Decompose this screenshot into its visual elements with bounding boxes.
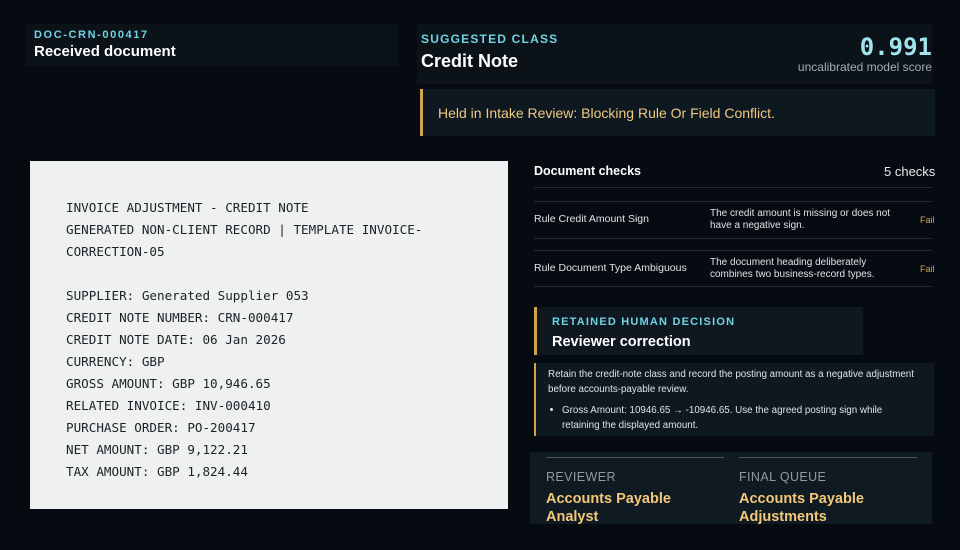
hold-status-text: Held in Intake Review: Blocking Rule Or … [438, 105, 775, 121]
check-description: The credit amount is missing or does not… [710, 208, 891, 231]
reviewer-value: Accounts Payable Analyst [546, 491, 671, 525]
checks-title: Document checks [534, 164, 641, 178]
decision-kicker: RETAINED HUMAN DECISION [552, 316, 736, 328]
queue-rule [739, 457, 917, 458]
document-line: CURRENCY: GBP [66, 354, 165, 369]
model-score: 0.991 [859, 33, 932, 61]
model-score-label: uncalibrated model score [797, 60, 932, 74]
document-line: PURCHASE ORDER: PO-200417 [66, 420, 256, 435]
checks-count: 5 checks [884, 164, 936, 179]
document-line: GROSS AMOUNT: GBP 10,946.65 [66, 376, 271, 391]
hold-status-banner: Held in Intake Review: Blocking Rule Or … [420, 89, 935, 136]
reviewer-label: REVIEWER [546, 470, 616, 484]
checks-divider [534, 238, 932, 239]
suggested-class-kicker: SUGGESTED CLASS [421, 32, 559, 46]
checks-divider [534, 286, 932, 287]
check-description: The document heading deliberately combin… [710, 257, 875, 280]
document-line: TAX AMOUNT: GBP 1,824.44 [66, 464, 248, 479]
bullet-icon [550, 408, 553, 411]
reviewer-rule [546, 457, 724, 458]
check-status: Fail [920, 215, 935, 225]
check-name[interactable]: Rule Credit Amount Sign [534, 213, 649, 225]
checks-divider [534, 201, 932, 202]
suggested-class-value: Credit Note [421, 51, 519, 71]
document-line: CREDIT NOTE NUMBER: CRN-000417 [66, 310, 294, 325]
document-line: GENERATED NON-CLIENT RECORD | TEMPLATE I… [66, 222, 423, 237]
checks-divider [534, 187, 932, 188]
check-name[interactable]: Rule Document Type Ambiguous [534, 262, 687, 274]
final-queue-value: Accounts Payable Adjustments [739, 491, 864, 525]
document-line: RELATED INVOICE: INV-000410 [66, 398, 271, 413]
document-label: Received document [34, 43, 176, 60]
decision-title: Reviewer correction [552, 334, 691, 350]
check-status: Fail [920, 264, 935, 274]
retained-decision-header: RETAINED HUMAN DECISION Reviewer correct… [534, 307, 863, 355]
correction-bullet-text: Gross Amount: 10946.65 → -10946.65. Use … [562, 405, 883, 431]
correction-note-text: Retain the credit-note class and record … [548, 369, 914, 395]
document-id: DOC-CRN-000417 [34, 29, 149, 41]
final-queue-label: FINAL QUEUE [739, 470, 827, 484]
document-line-gap [66, 263, 422, 285]
document-line: SUPPLIER: Generated Supplier 053 [66, 288, 309, 303]
document-line: NET AMOUNT: GBP 9,122.21 [66, 442, 248, 457]
document-line: CORRECTION-05 [66, 244, 165, 259]
document-preview: INVOICE ADJUSTMENT - CREDIT NOTE GENERAT… [30, 161, 508, 509]
document-header: DOC-CRN-000417 Received document [26, 24, 398, 66]
suggested-class-panel: SUGGESTED CLASS Credit Note 0.991 uncali… [417, 24, 932, 84]
document-line: INVOICE ADJUSTMENT - CREDIT NOTE [66, 200, 309, 215]
routing-panel: REVIEWER Accounts Payable Analyst FINAL … [530, 452, 932, 525]
document-text: INVOICE ADJUSTMENT - CREDIT NOTE GENERAT… [66, 197, 422, 483]
document-line: CREDIT NOTE DATE: 06 Jan 2026 [66, 332, 286, 347]
checks-divider [534, 250, 932, 251]
reviewer-correction-note: Retain the credit-note class and record … [534, 363, 934, 436]
